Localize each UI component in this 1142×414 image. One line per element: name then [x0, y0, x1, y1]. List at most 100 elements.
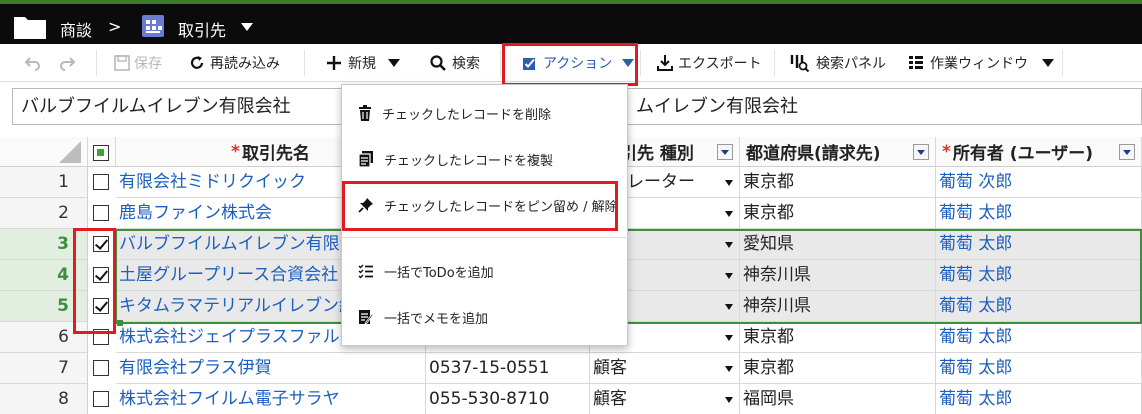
account-name-cell[interactable]: 株式会社フイルム電子サラヤ [116, 384, 426, 414]
chevron-down-icon[interactable] [388, 59, 400, 67]
save-icon [114, 55, 130, 71]
reload-button[interactable]: 再読み込み [188, 44, 280, 82]
row-checkbox[interactable] [93, 360, 109, 376]
row-number[interactable]: 1 [0, 167, 88, 198]
phone-cell[interactable]: 0537-15-0551 [426, 353, 590, 384]
owner-cell[interactable]: 葡萄 次郎 [936, 167, 1142, 198]
account-type-cell[interactable]: 顧客 [590, 353, 740, 384]
menu-item-label: 一括でメモを追加 [384, 311, 489, 327]
reload-label: 再読み込み [210, 56, 280, 72]
row-checkbox[interactable] [93, 205, 109, 221]
account-type-cell[interactable]: 顧客 [590, 384, 740, 414]
table-row[interactable]: 7 有限会社プラス伊賀 0537-15-0551 顧客 東京都 葡萄 太郎 [0, 353, 1142, 384]
copy-icon [358, 151, 373, 167]
search-button[interactable]: 検索 [430, 44, 480, 82]
breadcrumb-current[interactable]: 取引先 [178, 17, 226, 41]
search-panel-button[interactable]: 検索パネル [790, 44, 886, 82]
chevron-down-icon[interactable] [241, 23, 253, 31]
row-number[interactable]: 3 [0, 229, 88, 260]
menu-item-delete-checked[interactable]: チェックしたレコードを削除 [342, 91, 629, 135]
row-checkbox[interactable] [93, 267, 109, 283]
row-number[interactable]: 6 [0, 322, 88, 353]
owner-cell[interactable]: 葡萄 太郎 [936, 229, 1142, 260]
dropdown-icon[interactable] [725, 366, 733, 372]
actions-menu: チェックしたレコードを削除 チェックしたレコードを複製 チェックしたレコードをピ… [341, 84, 629, 346]
new-label: 新規 [348, 56, 376, 72]
owner-cell[interactable]: 葡萄 太郎 [936, 353, 1142, 384]
menu-item-pin-checked[interactable]: チェックしたレコードをピン留め / 解除 [342, 183, 629, 227]
dropdown-icon[interactable] [725, 242, 733, 248]
new-button[interactable]: 新規 [326, 44, 400, 82]
redo-button[interactable] [58, 44, 76, 82]
chevron-down-icon[interactable] [622, 59, 635, 67]
export-button[interactable]: エクスポート [656, 44, 762, 82]
row-checkbox[interactable] [93, 298, 109, 314]
dropdown-icon[interactable] [725, 335, 733, 341]
table-row[interactable]: 8 株式会社フイルム電子サラヤ 055-530-8710 顧客 福岡県 葡萄 太… [0, 384, 1142, 414]
owner-cell[interactable]: 葡萄 太郎 [936, 384, 1142, 414]
actions-button[interactable]: アクション [522, 44, 635, 82]
dropdown-icon[interactable] [725, 211, 733, 217]
prefecture-cell[interactable]: 神奈川県 [740, 260, 936, 291]
filter-icon[interactable] [913, 144, 929, 160]
work-window-icon [909, 56, 923, 69]
menu-item-bulk-memo[interactable]: 一括でメモを追加 [342, 295, 629, 339]
chevron-down-icon[interactable] [1042, 59, 1054, 67]
owner-cell[interactable]: 葡萄 太郎 [936, 260, 1142, 291]
column-header-prefecture[interactable]: 都道府県(請求先) [740, 137, 936, 167]
row-number[interactable]: 4 [0, 260, 88, 291]
export-label: エクスポート [678, 56, 762, 72]
row-number[interactable]: 2 [0, 198, 88, 229]
row-number[interactable]: 8 [0, 384, 88, 414]
filter-icon[interactable] [717, 144, 733, 160]
row-checkbox[interactable] [93, 391, 109, 407]
dropdown-icon[interactable] [725, 180, 733, 186]
save-button[interactable]: 保存 [114, 44, 162, 82]
checkbox-icon [523, 57, 535, 70]
menu-item-bulk-todo[interactable]: 一括でToDoを追加 [342, 249, 629, 293]
actions-label: アクション [543, 56, 613, 72]
row-checkbox[interactable] [93, 174, 109, 190]
namebar-text: バルブフイルムイレブン有限会社 [21, 96, 291, 117]
work-window-button[interactable]: 作業ウィンドウ [908, 44, 1054, 82]
menu-item-label: チェックしたレコードを削除 [382, 107, 552, 123]
search-panel-icon [790, 55, 810, 72]
select-all-corner[interactable] [0, 137, 88, 167]
phone-cell[interactable]: 055-530-8710 [426, 384, 590, 414]
menu-item-copy-checked[interactable]: チェックしたレコードを複製 [342, 137, 629, 181]
row-number[interactable]: 7 [0, 353, 88, 384]
dropdown-icon[interactable] [725, 397, 733, 403]
prefecture-cell[interactable]: 神奈川県 [740, 291, 936, 322]
prefecture-cell[interactable]: 愛知県 [740, 229, 936, 260]
prefecture-cell[interactable]: 福岡県 [740, 384, 936, 414]
prefecture-cell[interactable]: 東京都 [740, 198, 936, 229]
column-label: 所有者 (ユーザー) [952, 144, 1094, 164]
dropdown-icon[interactable] [725, 304, 733, 310]
save-label: 保存 [134, 56, 162, 72]
menu-item-label: 一括でToDoを追加 [384, 265, 494, 281]
fill-handle[interactable] [117, 320, 123, 326]
prefecture-cell[interactable]: 東京都 [740, 167, 936, 198]
folder-icon [14, 17, 46, 39]
row-checkbox[interactable] [93, 236, 109, 252]
row-checkbox[interactable] [93, 329, 109, 345]
plus-icon [327, 56, 341, 70]
select-all-checkbox[interactable] [93, 145, 109, 161]
prefecture-cell[interactable]: 東京都 [740, 322, 936, 353]
owner-cell[interactable]: 葡萄 太郎 [936, 198, 1142, 229]
filter-icon[interactable] [1119, 144, 1135, 160]
owner-cell[interactable]: 葡萄 太郎 [936, 322, 1142, 353]
checkbox-column-header [88, 137, 116, 167]
column-label: 取引先名 [241, 144, 310, 164]
breadcrumb-root[interactable]: 商談 [60, 17, 92, 41]
dropdown-icon[interactable] [725, 273, 733, 279]
row-number[interactable]: 5 [0, 291, 88, 322]
column-header-owner[interactable]: * 所有者 (ユーザー) [936, 137, 1142, 167]
owner-cell[interactable]: 葡萄 太郎 [936, 291, 1142, 322]
title-bar: 商談 > 取引先 [0, 0, 1142, 44]
menu-item-label: チェックしたレコードをピン留め / 解除 [384, 199, 618, 215]
account-name-cell[interactable]: 有限会社プラス伊賀 [116, 353, 426, 384]
undo-button[interactable] [24, 44, 42, 82]
prefecture-cell[interactable]: 東京都 [740, 353, 936, 384]
search-label: 検索 [452, 56, 480, 72]
